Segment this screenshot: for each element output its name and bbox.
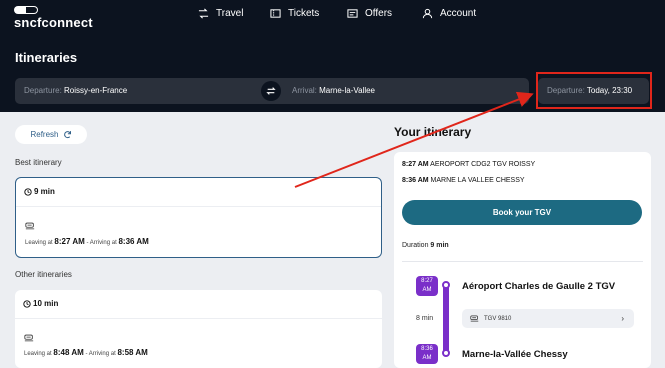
departure-value: Roissy-en-France (64, 86, 128, 95)
refresh-button[interactable]: Refresh (15, 125, 87, 144)
account-icon (422, 8, 433, 19)
swap-stations-button[interactable] (261, 81, 281, 101)
book-tgv-button[interactable]: Book your TGV (402, 200, 642, 225)
itinerary-details-panel: 8:27 AM AEROPORT CDG2 TGV ROISSY 8:36 AM… (394, 152, 651, 368)
card-divider (15, 318, 382, 319)
refresh-icon (63, 131, 71, 139)
best-itinerary-card[interactable]: 9 min Leaving at 8:27 AM - Arriving at 8… (15, 177, 382, 258)
train-number: TGV 9810 (484, 315, 512, 322)
arriving-time: 8:58 AM (117, 348, 148, 357)
arrival-label: Arrival: (292, 86, 317, 95)
itinerary-duration: 10 min (23, 299, 58, 308)
card-divider (16, 206, 381, 207)
journey-timeline (443, 283, 449, 353)
nav-offers-label: Offers (365, 8, 393, 19)
other-itineraries-label: Other itineraries (15, 270, 72, 279)
duration-value: 10 min (33, 299, 59, 308)
nav-account[interactable]: Account (422, 8, 476, 19)
sncf-connect-logo[interactable]: sncfconnect (14, 6, 93, 30)
badge-ampm: AM (422, 355, 432, 361)
arrival-time-badge: 8:36 AM (416, 344, 438, 364)
arrival-summary-time: 8:36 AM (402, 177, 429, 184)
departure-dot (442, 281, 450, 289)
leaving-time: 8:27 AM (54, 237, 85, 246)
departure-station: Aéroport Charles de Gaulle 2 TGV (462, 281, 616, 292)
logo-text: sncfconnect (14, 15, 93, 30)
itinerary-times: Leaving at 8:27 AM - Arriving at 8:36 AM (25, 237, 149, 246)
chevron-right-icon: › (621, 314, 624, 323)
train-details-button[interactable]: TGV 9810 › (462, 309, 634, 328)
arrival-dot (442, 349, 450, 357)
ticket-icon (270, 9, 281, 18)
other-itinerary-card[interactable]: 10 min Leaving at 8:48 AM - Arriving at … (15, 290, 382, 368)
logo-icon (14, 6, 38, 14)
itinerary-duration: 9 min (24, 187, 55, 196)
train-icon (24, 329, 34, 347)
page-title: Itineraries (15, 50, 78, 65)
clock-icon (24, 187, 32, 196)
train-icon (25, 217, 35, 235)
arriving-time: 8:36 AM (118, 237, 149, 246)
total-duration: Duration 9 min (402, 242, 449, 249)
segment-duration: 8 min (416, 315, 434, 322)
swap-icon (266, 87, 276, 95)
arrival-summary-station: MARNE LA VALLEE CHESSY (430, 177, 525, 184)
departure-summary: 8:27 AM AEROPORT CDG2 TGV ROISSY (402, 161, 535, 168)
badge-ampm: AM (422, 287, 432, 293)
itinerary-times: Leaving at 8:48 AM - Arriving at 8:58 AM (24, 348, 148, 357)
duration-label: Duration (402, 242, 429, 249)
annotation-highlight-box (536, 72, 652, 109)
departure-time-badge: 8:27 AM (416, 276, 438, 296)
offers-icon (347, 9, 358, 18)
itinerary-search-bar: Departure: Roissy-en-France Arrival: Mar… (15, 78, 529, 104)
arriving-label: - Arriving at (86, 240, 117, 246)
arrival-value: Marne-la-Vallee (319, 86, 375, 95)
arriving-label: - Arriving at (85, 351, 116, 357)
departure-summary-time: 8:27 AM (402, 161, 429, 168)
nav-tickets-label: Tickets (288, 8, 320, 19)
badge-time: 8:27 (421, 278, 433, 284)
arrival-summary: 8:36 AM MARNE LA VALLEE CHESSY (402, 177, 525, 184)
departure-label: Departure: (24, 86, 62, 95)
departure-field[interactable]: Departure: Roissy-en-France (24, 86, 127, 95)
refresh-label: Refresh (30, 130, 59, 139)
best-itinerary-label: Best itinerary (15, 158, 62, 167)
clock-icon (23, 299, 31, 308)
duration-value: 9 min (430, 242, 449, 249)
nav-travel[interactable]: Travel (198, 8, 243, 19)
nav-offers[interactable]: Offers (347, 8, 392, 19)
arrival-station: Marne-la-Vallée Chessy (462, 349, 568, 360)
your-itinerary-title: Your itinerary (394, 125, 472, 139)
travel-icon (198, 8, 209, 19)
nav-travel-label: Travel (216, 8, 244, 19)
duration-value: 9 min (34, 187, 55, 196)
leaving-time: 8:48 AM (53, 348, 84, 357)
train-icon (470, 315, 479, 322)
leaving-label: Leaving at (25, 240, 53, 246)
arrival-field[interactable]: Arrival: Marne-la-Vallee (292, 86, 375, 95)
panel-divider (402, 261, 643, 262)
departure-summary-station: AEROPORT CDG2 TGV ROISSY (430, 161, 536, 168)
nav-tickets[interactable]: Tickets (270, 8, 319, 19)
leaving-label: Leaving at (24, 351, 52, 357)
nav-account-label: Account (440, 8, 477, 19)
badge-time: 8:36 (421, 346, 433, 352)
